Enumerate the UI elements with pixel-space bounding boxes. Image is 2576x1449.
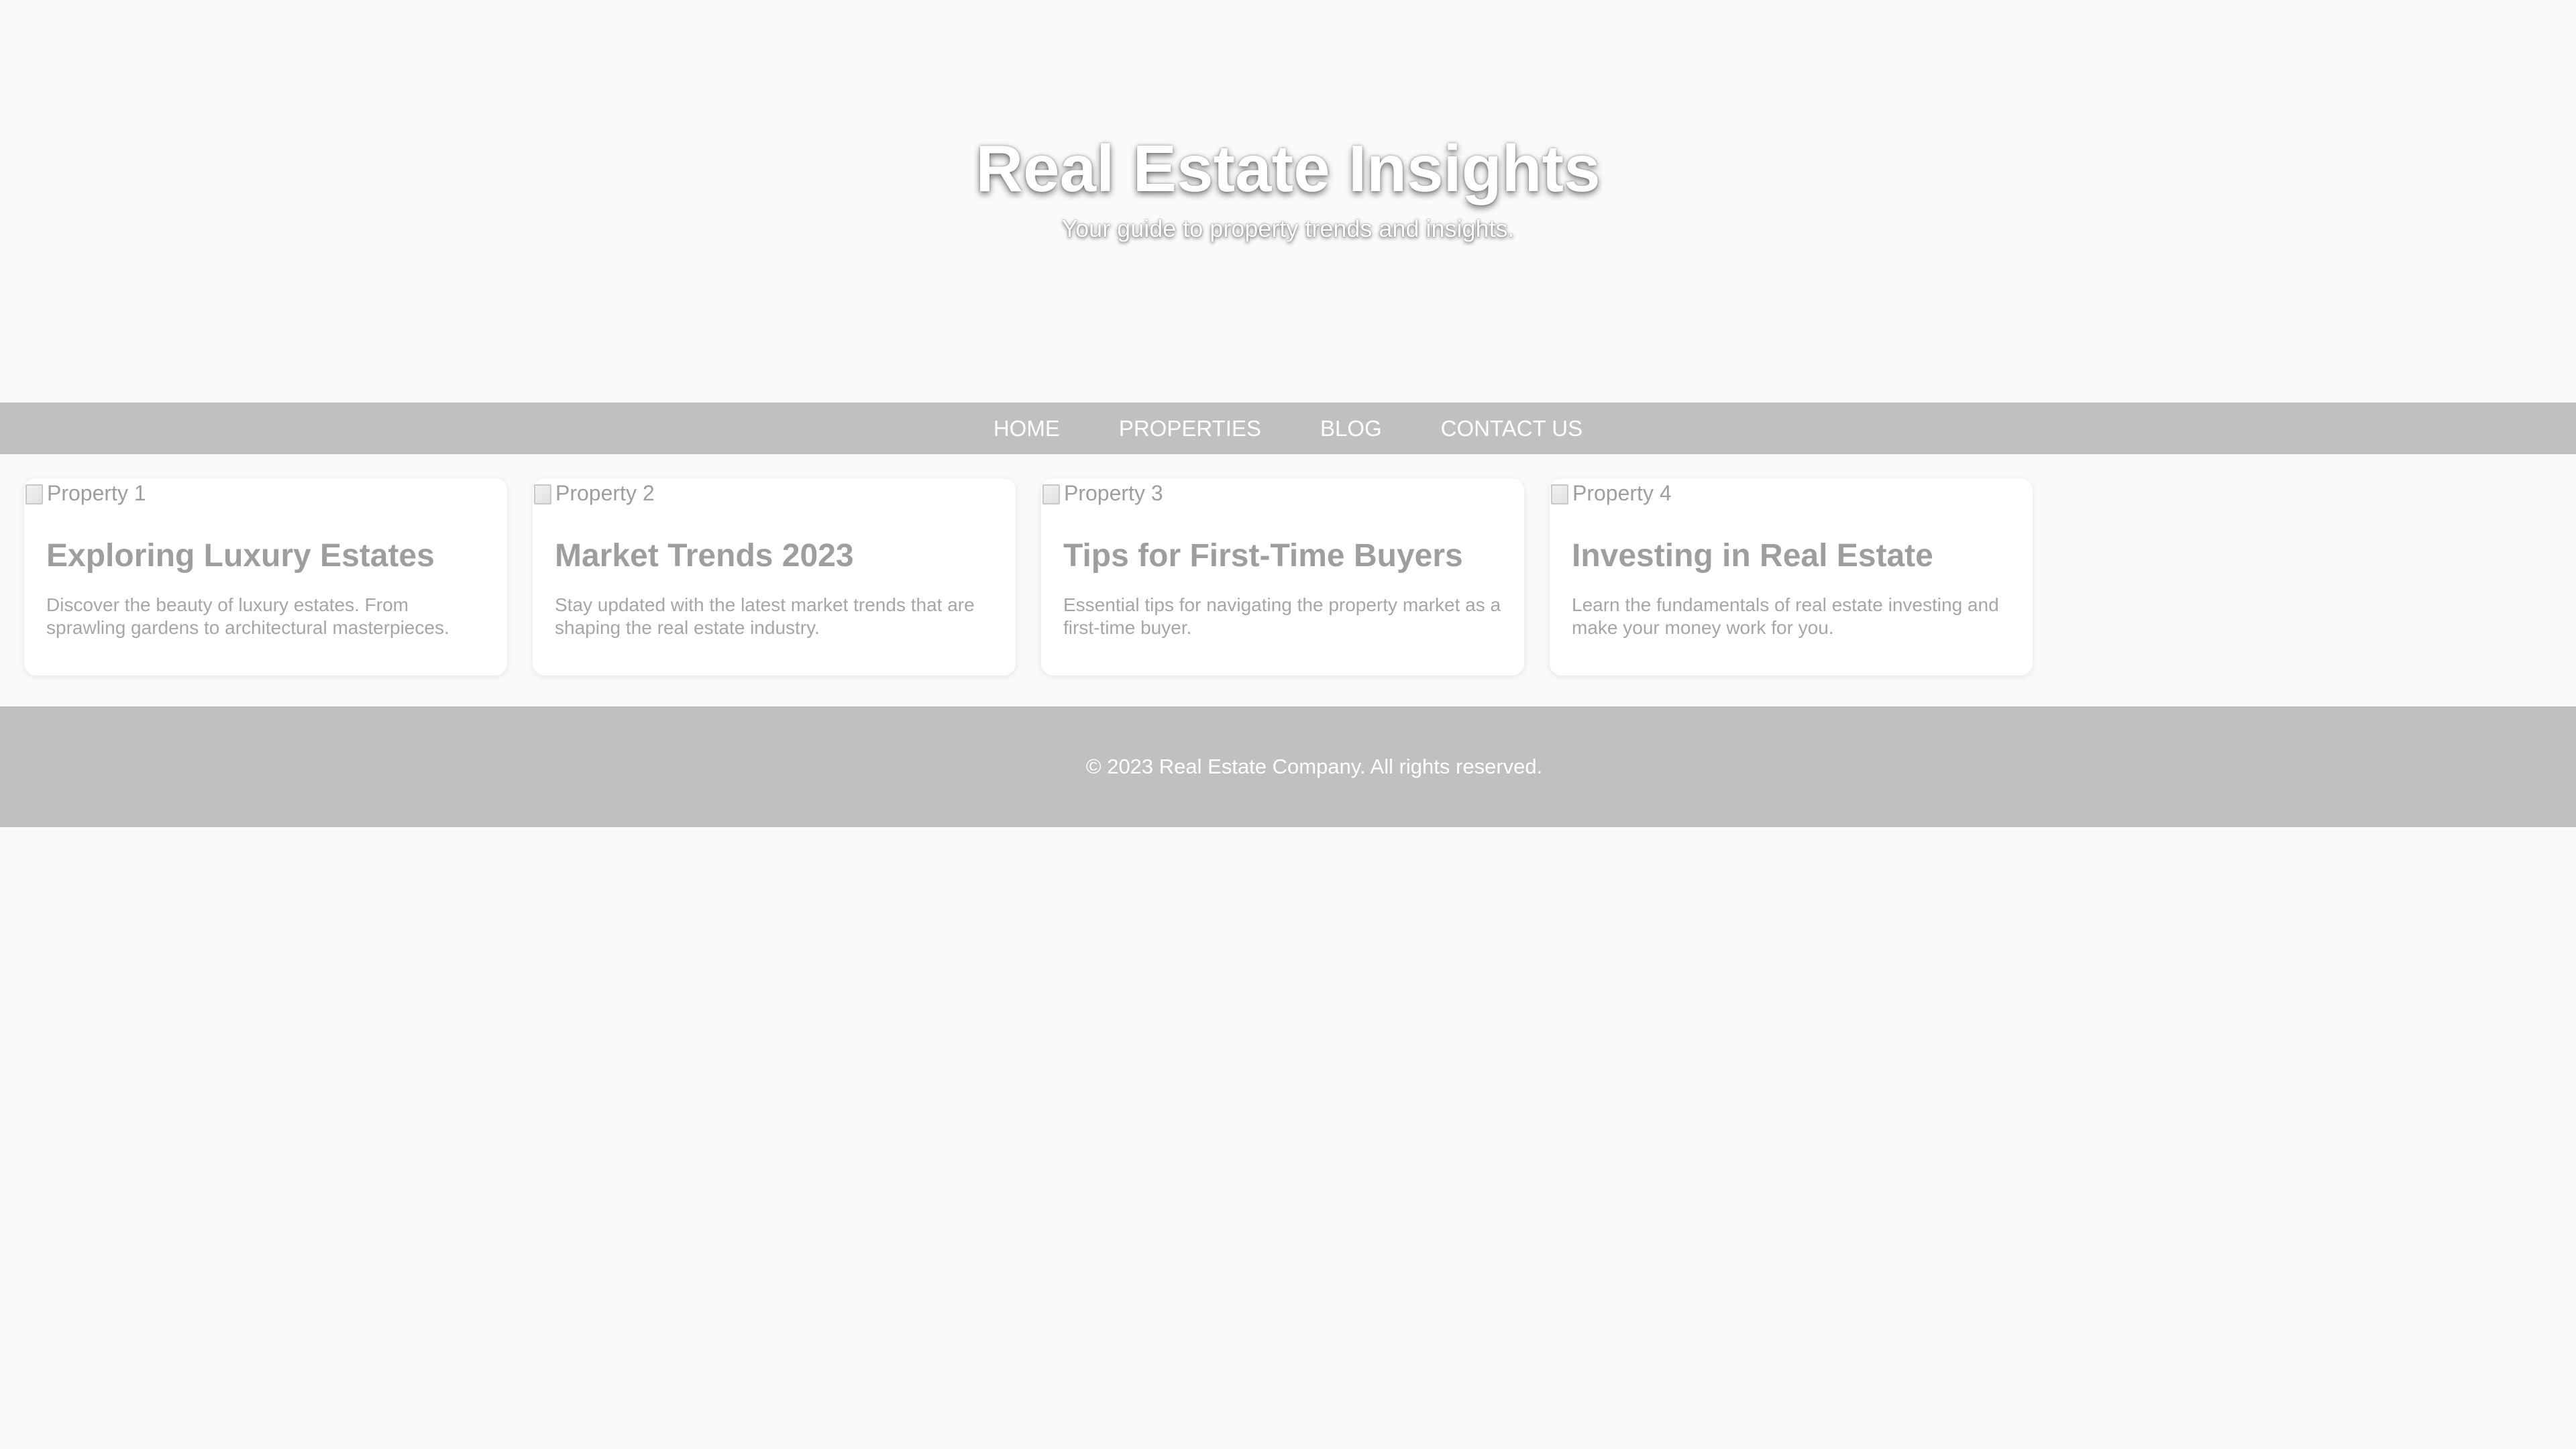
property-card-2[interactable]: Property 2 Market Trends 2023 Stay updat… <box>533 478 1016 676</box>
broken-image-icon <box>1550 482 1570 504</box>
property-cards: Property 1 Exploring Luxury Estates Disc… <box>24 478 2033 676</box>
property-image-alt: Property 4 <box>1572 480 1672 505</box>
card-title[interactable]: Exploring Luxury Estates <box>46 537 435 574</box>
card-description: Stay updated with the latest market tren… <box>555 594 975 638</box>
card-title[interactable]: Investing in Real Estate <box>1572 537 1933 574</box>
property-image-3: Property 3 <box>1041 480 1163 506</box>
property-image-2: Property 2 <box>533 480 655 506</box>
property-image-alt: Property 1 <box>47 480 146 505</box>
broken-image-icon <box>533 482 553 504</box>
nav-link-properties[interactable]: PROPERTIES <box>1119 416 1261 441</box>
hero-header: Real Estate Insights Your guide to prope… <box>0 0 2576 402</box>
property-image-1: Property 1 <box>24 480 146 506</box>
site-title: Real Estate Insights <box>975 131 1601 205</box>
nav-link-blog[interactable]: BLOG <box>1320 416 1382 441</box>
card-title[interactable]: Tips for First-Time Buyers <box>1063 537 1463 574</box>
broken-image-icon <box>1041 482 1061 504</box>
property-image-alt: Property 3 <box>1064 480 1163 505</box>
nav-link-home[interactable]: HOME <box>994 416 1060 441</box>
property-card-4[interactable]: Property 4 Investing in Real Estate Lear… <box>1550 478 2033 676</box>
copyright-text: © 2023 Real Estate Company. All rights r… <box>1085 755 1543 778</box>
card-description: Discover the beauty of luxury estates. F… <box>46 594 449 638</box>
card-title[interactable]: Market Trends 2023 <box>555 537 854 574</box>
property-image-alt: Property 2 <box>555 480 655 505</box>
card-description: Learn the fundamentals of real estate in… <box>1572 594 1999 638</box>
main-nav: HOME PROPERTIES BLOG CONTACT US <box>0 402 2576 454</box>
site-footer: © 2023 Real Estate Company. All rights r… <box>0 706 2576 827</box>
page: Real Estate Insights Your guide to prope… <box>0 0 2576 1449</box>
card-description: Essential tips for navigating the proper… <box>1063 594 1501 638</box>
site-subtitle: Your guide to property trends and insigh… <box>1061 215 1515 242</box>
nav-link-contact-us[interactable]: CONTACT US <box>1441 416 1582 441</box>
broken-image-icon <box>24 482 44 504</box>
property-image-4: Property 4 <box>1550 480 1672 506</box>
property-card-3[interactable]: Property 3 Tips for First-Time Buyers Es… <box>1041 478 1524 676</box>
property-card-1[interactable]: Property 1 Exploring Luxury Estates Disc… <box>24 478 507 676</box>
